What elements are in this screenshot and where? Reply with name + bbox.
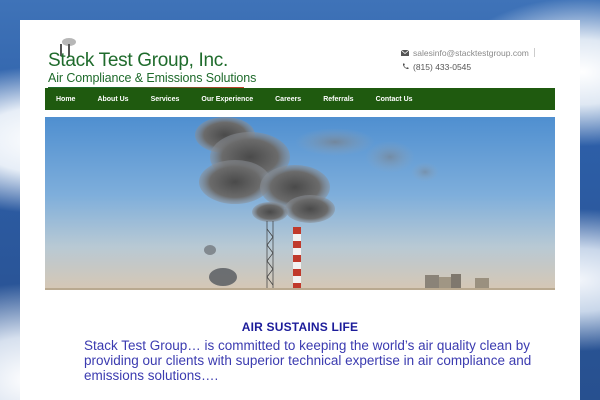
logo-tagline: Air Compliance & Emissions Solutions xyxy=(48,71,257,85)
nav-item-referrals[interactable]: Referrals xyxy=(312,88,364,110)
nav-item-about-us[interactable]: About Us xyxy=(86,88,139,110)
nav-item-home[interactable]: Home xyxy=(45,88,86,110)
phone-icon xyxy=(401,63,409,70)
nav-item-contact-us[interactable]: Contact Us xyxy=(365,88,424,110)
contact-phone-number[interactable]: (815) 433-0545 xyxy=(413,62,471,72)
nav-item-our-experience[interactable]: Our Experience xyxy=(190,88,264,110)
header-contact: salesinfo@stacktestgroup.com (815) 433-0… xyxy=(401,46,535,74)
logo-company-name: Stack Test Group, Inc. xyxy=(48,50,228,71)
contact-email-row: salesinfo@stacktestgroup.com xyxy=(401,46,535,59)
nav-item-services[interactable]: Services xyxy=(140,88,191,110)
envelope-icon xyxy=(401,49,409,56)
nav-item-careers[interactable]: Careers xyxy=(264,88,312,110)
hero-image xyxy=(45,117,555,290)
page-headline: AIR SUSTAINS LIFE xyxy=(241,320,359,334)
main-navigation: Home About Us Services Our Experience Ca… xyxy=(45,88,555,110)
contact-divider xyxy=(533,48,535,57)
contact-email-link[interactable]: salesinfo@stacktestgroup.com xyxy=(413,48,529,58)
page-container: Stack Test Group, Inc. Air Compliance & … xyxy=(20,20,580,400)
intro-paragraph: Stack Test Group… is committed to keepin… xyxy=(84,338,532,383)
contact-phone-row: (815) 433-0545 xyxy=(401,60,535,73)
